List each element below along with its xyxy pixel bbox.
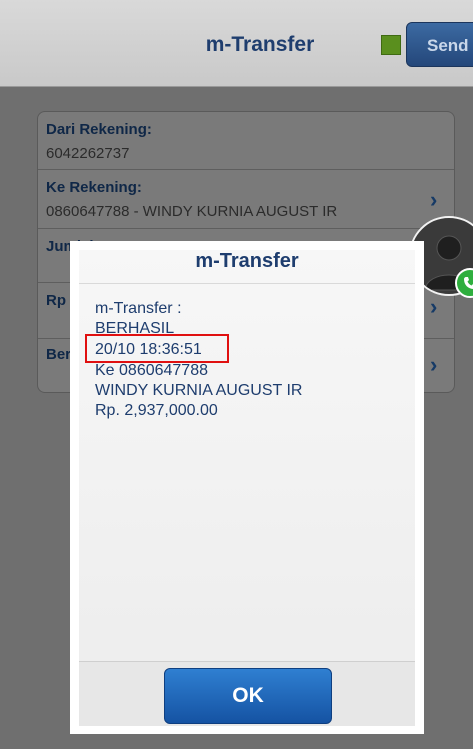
dialog-title: m-Transfer <box>195 250 299 272</box>
destination-account-value: 0860647788 - WINDY KURNIA AUGUST IR <box>46 203 338 220</box>
phone-icon[interactable] <box>455 268 473 298</box>
timestamp-highlight <box>85 334 229 363</box>
source-account-row: Dari Rekening: 6042262737 <box>38 112 454 170</box>
send-button[interactable]: Send <box>406 22 473 67</box>
dialog-title-divider <box>79 283 415 284</box>
message-line: WINDY KURNIA AUGUST IR <box>95 382 303 399</box>
chevron-right-icon: › <box>430 187 438 212</box>
message-line: Ke 0860647788 <box>95 362 208 379</box>
app-header: m-Transfer Send <box>0 0 473 87</box>
destination-account-row[interactable]: Ke Rekening: 0860647788 - WINDY KURNIA A… <box>38 169 454 229</box>
destination-account-label: Ke Rekening: <box>46 179 142 196</box>
note-label: Ber <box>46 346 72 363</box>
source-account-value: 6042262737 <box>46 145 130 162</box>
chevron-right-icon: › <box>430 294 438 319</box>
message-line: Rp. 2,937,000.00 <box>95 402 218 419</box>
source-account-label: Dari Rekening: <box>46 121 152 138</box>
page-title: m-Transfer <box>205 33 315 56</box>
chevron-right-icon: › <box>430 352 438 377</box>
ok-button[interactable]: OK <box>164 668 332 724</box>
currency-label: Rp <box>46 292 66 309</box>
message-line: m-Transfer : <box>95 300 182 317</box>
status-square-icon <box>381 35 401 55</box>
